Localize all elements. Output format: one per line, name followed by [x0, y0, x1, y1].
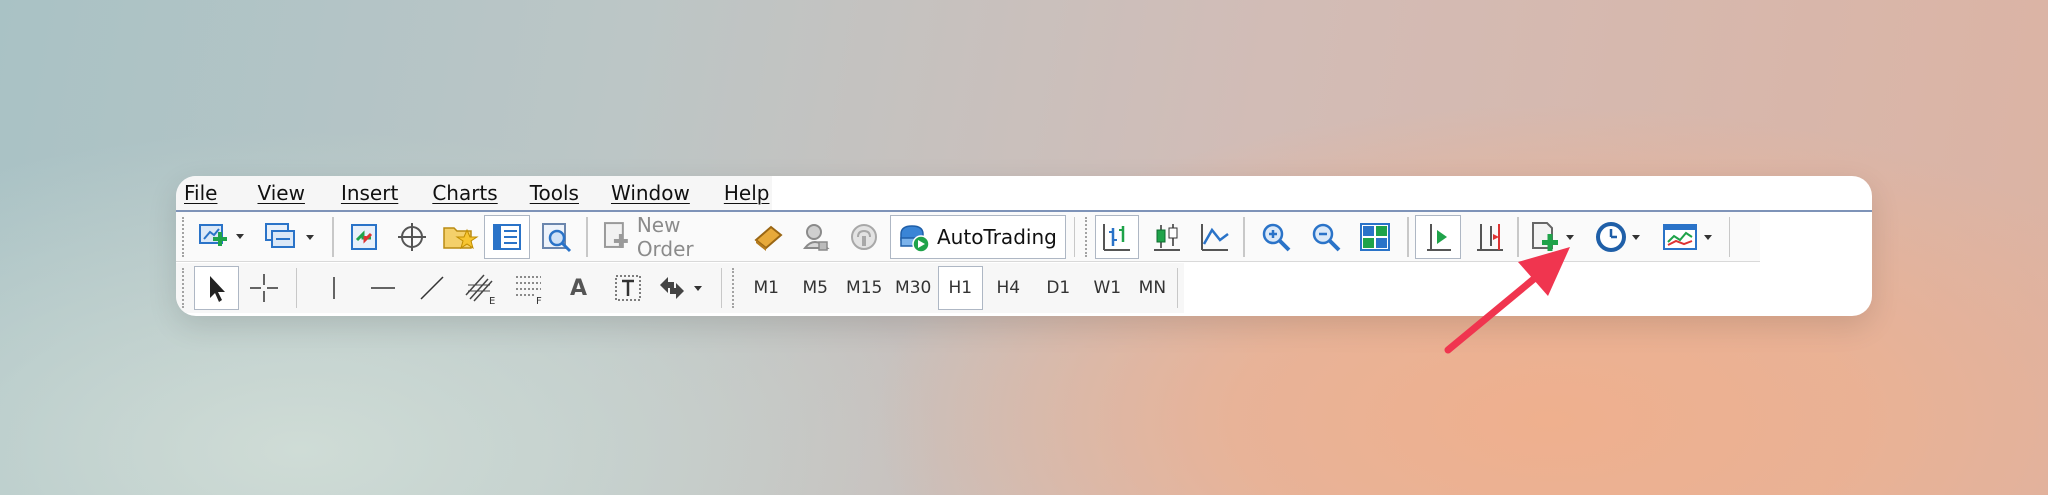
annotation-arrow	[1444, 247, 1570, 354]
